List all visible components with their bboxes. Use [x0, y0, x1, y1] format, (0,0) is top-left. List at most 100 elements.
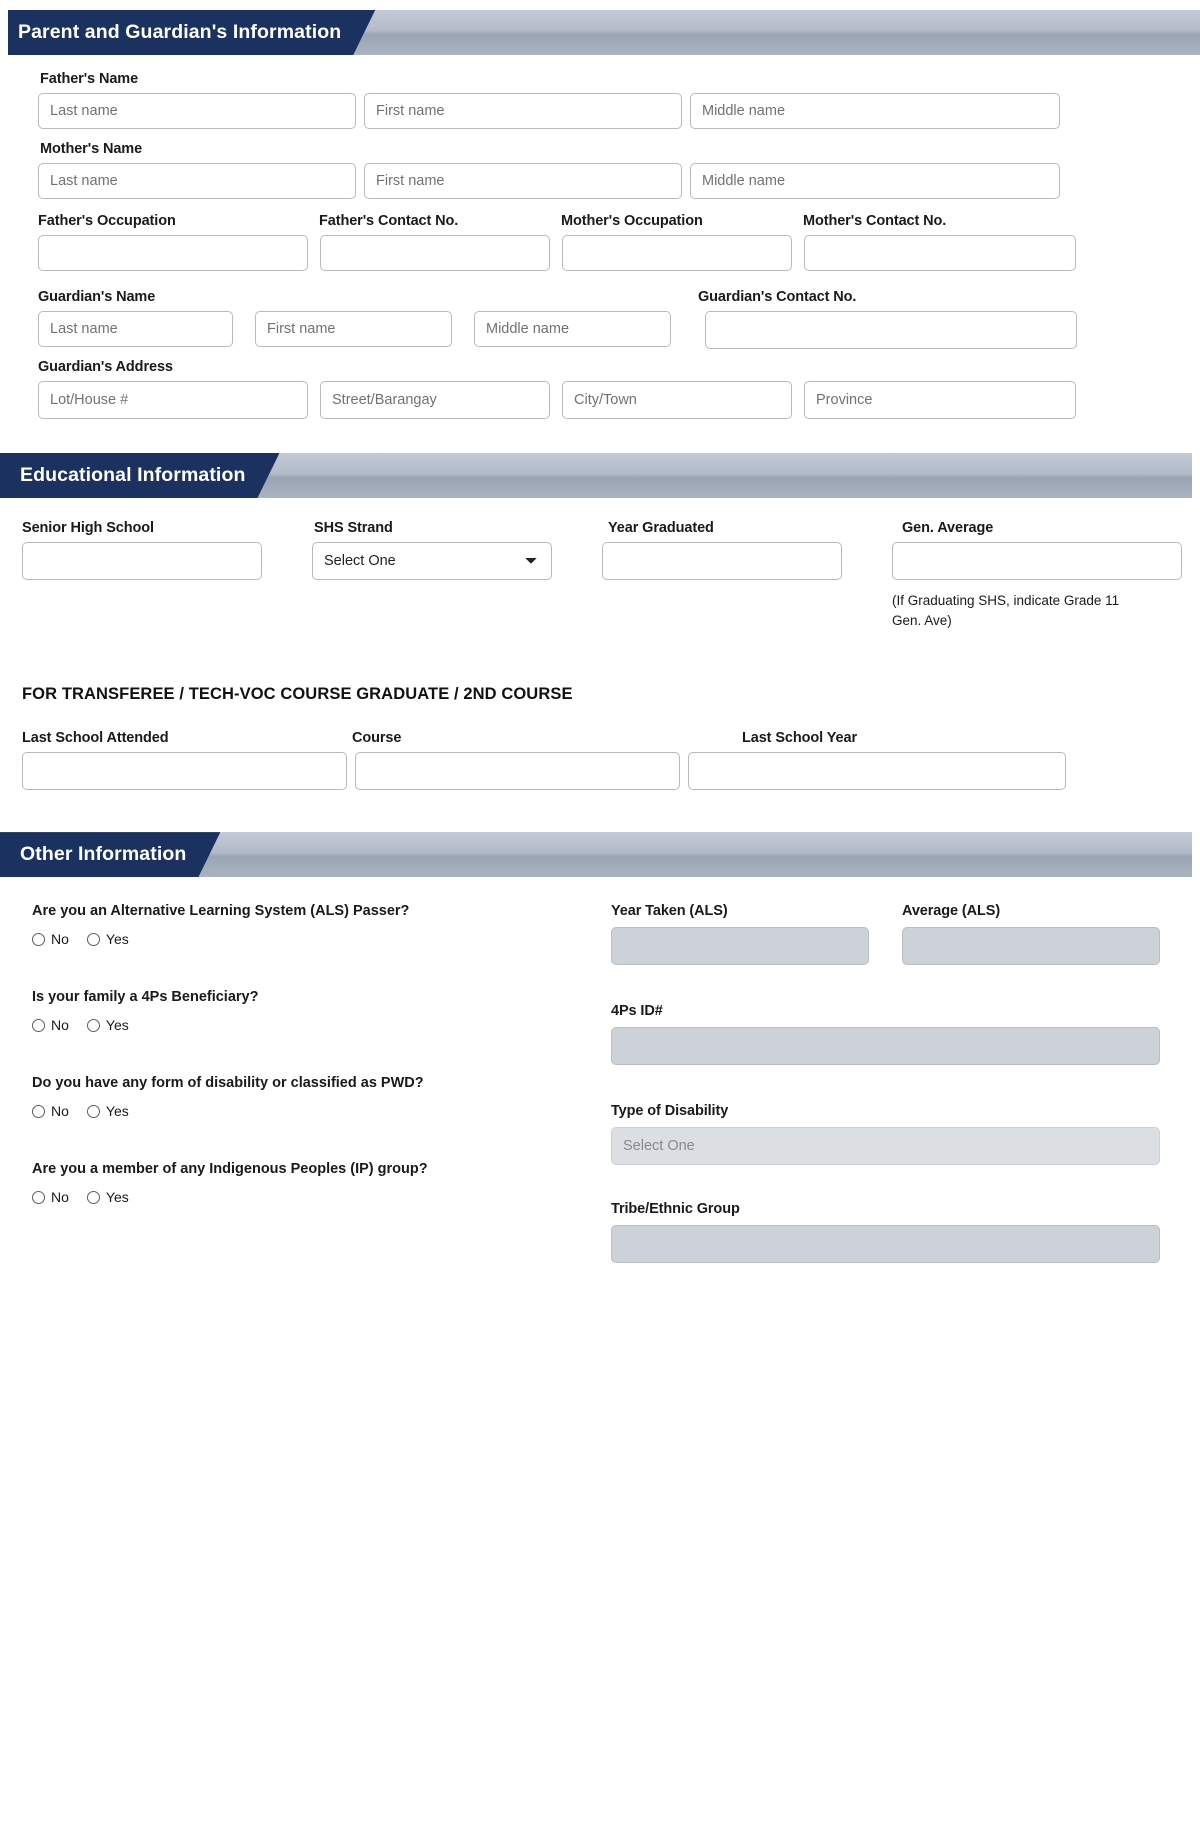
average-als-label: Average (ALS): [902, 903, 1001, 920]
gen-average-label: Gen. Average: [902, 520, 994, 536]
fourps-id-label: 4Ps ID#: [611, 1003, 663, 1020]
admission-form-page: Parent and Guardian's Information Father…: [0, 0, 1200, 1835]
guardians-address-label: Guardian's Address: [38, 359, 173, 375]
tribe-fields-block: Tribe/Ethnic Group: [611, 1201, 1171, 1264]
mother-middle-name-input[interactable]: [690, 163, 1060, 199]
mothers-occupation-input[interactable]: [562, 235, 792, 271]
radio-ip-yes[interactable]: Yes: [86, 1189, 129, 1206]
radio-group-ip: No Yes: [32, 1189, 592, 1205]
tribe-ethnic-group-input[interactable]: [611, 1225, 1160, 1264]
course-label: Course: [352, 730, 402, 747]
fathers-contact-label: Father's Contact No.: [319, 213, 459, 229]
type-of-disability-select[interactable]: Select One: [611, 1127, 1160, 1166]
radio-ip-no[interactable]: No: [32, 1189, 69, 1205]
question-block-ip: Are you a member of any Indigenous Peopl…: [32, 1161, 592, 1205]
question-pwd-text: Do you have any form of disability or cl…: [32, 1075, 424, 1092]
radio-circle-icon: [86, 932, 100, 946]
gen-average-input[interactable]: [892, 542, 1182, 580]
guardian-contact-input[interactable]: [705, 311, 1077, 349]
year-taken-als-label: Year Taken (ALS): [611, 903, 728, 920]
guardian-first-name-input[interactable]: [255, 311, 452, 347]
guardian-lot-house-input[interactable]: [38, 381, 308, 419]
radio-circle-icon: [32, 1104, 45, 1118]
senior-high-school-input[interactable]: [22, 542, 262, 580]
educational-input-row: Select One (If Graduating SHS, indicate …: [22, 542, 1200, 630]
radio-pwd-yes[interactable]: Yes: [86, 1103, 129, 1120]
radio-als-no[interactable]: No: [32, 931, 69, 947]
fathers-name-row: [12, 93, 1188, 129]
section-body-educational: Senior High School SHS Strand Year Gradu…: [0, 498, 1200, 791]
fourps-id-input[interactable]: [611, 1027, 1160, 1066]
father-last-name-input[interactable]: [38, 93, 356, 129]
mother-first-name-input[interactable]: [364, 163, 682, 199]
radio-circle-icon: [86, 1018, 100, 1032]
guardian-last-name-input[interactable]: [38, 311, 233, 347]
year-taken-als-input[interactable]: [611, 927, 869, 966]
fathers-name-label: Father's Name: [40, 71, 139, 87]
section-banner-parent: Parent and Guardian's Information: [8, 10, 1200, 55]
section-title-educational: Educational Information: [0, 453, 279, 498]
guardian-province-input[interactable]: [804, 381, 1076, 419]
mother-last-name-input[interactable]: [38, 163, 356, 199]
gen-average-note: (If Graduating SHS, indicate Grade 11 Ge…: [892, 593, 1120, 628]
guardian-name-row: [38, 311, 1188, 349]
father-first-name-input[interactable]: [364, 93, 682, 129]
guardians-contact-label: Guardian's Contact No.: [698, 289, 857, 305]
occupation-input-row: [38, 235, 1188, 271]
guardian-city-input[interactable]: [562, 381, 792, 419]
guardian-middle-name-input[interactable]: [474, 311, 671, 347]
father-middle-name-input[interactable]: [690, 93, 1060, 129]
last-school-attended-input[interactable]: [22, 752, 347, 791]
guardian-address-row: [38, 381, 1188, 419]
tribe-ethnic-group-label: Tribe/Ethnic Group: [611, 1201, 740, 1218]
occupation-label-row: Father's Occupation Father's Contact No.…: [38, 213, 1188, 229]
radio-als-yes-label: Yes: [105, 931, 129, 948]
radio-circle-icon: [86, 1104, 100, 1118]
guardian-street-input[interactable]: [320, 381, 550, 419]
radio-4ps-yes-label: Yes: [105, 1017, 129, 1034]
shs-strand-select[interactable]: Select One: [312, 542, 552, 580]
question-als-text: Are you an Alternative Learning System (…: [32, 903, 410, 920]
radio-als-yes[interactable]: Yes: [86, 931, 129, 948]
question-ip-text: Are you a member of any Indigenous Peopl…: [32, 1161, 428, 1178]
course-input[interactable]: [355, 752, 680, 791]
disability-fields-block: Type of Disability Select One: [611, 1103, 1171, 1166]
question-block-4ps: Is your family a 4Ps Beneficiary? No Yes: [32, 989, 592, 1033]
senior-high-school-label: Senior High School: [22, 520, 154, 536]
mothers-name-label: Mother's Name: [40, 141, 143, 157]
mothers-contact-input[interactable]: [804, 235, 1076, 271]
last-school-year-label: Last School Year: [742, 730, 857, 747]
year-graduated-input[interactable]: [602, 542, 842, 580]
question-4ps-text: Is your family a 4Ps Beneficiary?: [32, 989, 259, 1006]
fathers-occupation-input[interactable]: [38, 235, 308, 271]
shs-strand-label: SHS Strand: [314, 520, 393, 536]
guardian-label-row: Guardian's Name Guardian's Contact No.: [38, 289, 1188, 305]
question-block-als: Are you an Alternative Learning System (…: [32, 903, 592, 947]
radio-pwd-no[interactable]: No: [32, 1103, 69, 1119]
last-school-year-input[interactable]: [688, 752, 1066, 791]
transferee-label-row: Last School Attended Course Last School …: [22, 730, 1200, 746]
radio-als-no-label: No: [51, 931, 69, 948]
other-fields-column: Year Taken (ALS) Average (ALS) 4Ps ID# T…: [611, 903, 1171, 1264]
fourps-fields-block: 4Ps ID#: [611, 1003, 1171, 1066]
last-school-attended-label: Last School Attended: [22, 730, 169, 747]
mothers-name-row: [12, 163, 1188, 199]
radio-ip-yes-label: Yes: [105, 1189, 129, 1206]
average-als-input[interactable]: [902, 927, 1160, 966]
mothers-contact-label: Mother's Contact No.: [803, 213, 947, 229]
transferee-input-row: [22, 752, 1200, 791]
radio-4ps-yes[interactable]: Yes: [86, 1017, 129, 1034]
mothers-occupation-label: Mother's Occupation: [561, 213, 703, 229]
question-block-pwd: Do you have any form of disability or cl…: [32, 1075, 592, 1119]
radio-circle-icon: [32, 932, 45, 946]
radio-ip-no-label: No: [51, 1189, 69, 1206]
radio-4ps-no[interactable]: No: [32, 1017, 69, 1033]
fathers-contact-input[interactable]: [320, 235, 550, 271]
radio-group-pwd: No Yes: [32, 1103, 592, 1119]
section-banner-other: Other Information: [0, 832, 1192, 878]
fathers-occupation-label: Father's Occupation: [38, 213, 176, 229]
radio-pwd-yes-label: Yes: [105, 1103, 129, 1120]
other-questions-column: Are you an Alternative Learning System (…: [32, 903, 592, 1205]
section-body-other: Are you an Alternative Learning System (…: [0, 877, 1200, 1264]
educational-label-row: Senior High School SHS Strand Year Gradu…: [22, 520, 1200, 536]
